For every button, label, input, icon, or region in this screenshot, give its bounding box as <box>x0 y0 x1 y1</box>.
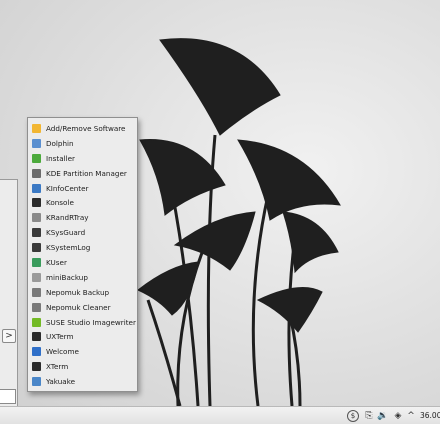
menu-item[interactable]: KSysGuard <box>28 225 137 240</box>
menu-item[interactable]: Konsole <box>28 195 137 210</box>
menu-item-label: KInfoCenter <box>46 183 89 193</box>
globe-icon <box>32 347 41 357</box>
clipboard-icon[interactable]: ⎘ <box>364 410 374 422</box>
menu-item[interactable]: Welcome <box>28 344 137 359</box>
menu-item-label: Add/Remove Software <box>46 123 126 133</box>
nepomuk-icon <box>32 287 41 297</box>
installer-icon <box>32 153 41 163</box>
menu-item[interactable]: Yakuake <box>28 374 137 389</box>
info-icon <box>32 183 41 193</box>
menu-item-label: Nepomuk Backup <box>46 287 110 297</box>
partition-icon <box>32 168 41 178</box>
users-icon <box>32 257 41 267</box>
launcher-search-input[interactable] <box>0 389 16 404</box>
network-icon[interactable]: ◈ <box>392 410 404 422</box>
menu-item-label: Installer <box>46 153 76 163</box>
applications-submenu: Add/Remove Software Dolphin Installer KDE P… <box>27 117 138 392</box>
display-icon <box>32 213 41 223</box>
folder-icon <box>32 138 41 148</box>
menu-item[interactable]: XTerm <box>28 359 137 374</box>
launcher-panel: > <box>0 179 18 407</box>
menu-item[interactable]: KDE Partition Manager <box>28 166 137 181</box>
menu-item-label: SUSE Studio Imagewriter <box>46 317 136 327</box>
menu-item-label: KDE Partition Manager <box>46 168 127 178</box>
taskbar: $ ⎘ 🔉 ◈ ^ 36.00 <box>0 406 440 424</box>
monitor-icon <box>32 228 41 238</box>
dropdown-terminal-icon <box>32 377 41 387</box>
terminal-icon <box>32 332 41 342</box>
menu-item-label: Dolphin <box>46 138 74 148</box>
menu-item-label: XTerm <box>46 362 69 372</box>
volume-icon[interactable]: 🔉 <box>376 410 390 422</box>
backup-icon <box>32 272 41 282</box>
menu-item-label: UXTerm <box>46 332 74 342</box>
menu-item[interactable]: Dolphin <box>28 136 137 151</box>
terminal-icon <box>32 198 41 208</box>
menu-item[interactable]: KSystemLog <box>28 240 137 255</box>
menu-item-label: miniBackup <box>46 272 88 282</box>
menu-item-label: KSystemLog <box>46 243 91 253</box>
menu-item[interactable]: miniBackup <box>28 270 137 285</box>
tray-expand-icon[interactable]: ^ <box>407 410 415 422</box>
menu-item[interactable]: Nepomuk Backup <box>28 285 137 300</box>
suse-icon <box>32 317 41 327</box>
submenu-arrow-button[interactable]: > <box>2 329 16 343</box>
menu-item-label: Yakuake <box>46 377 76 387</box>
menu-item[interactable]: KRandRTray <box>28 210 137 225</box>
nepomuk-icon <box>32 302 41 312</box>
menu-item[interactable]: Nepomuk Cleaner <box>28 300 137 315</box>
menu-item[interactable]: KUser <box>28 255 137 270</box>
menu-item[interactable]: Installer <box>28 151 137 166</box>
terminal-icon <box>32 362 41 372</box>
log-icon <box>32 243 41 253</box>
menu-item-label: Welcome <box>46 347 79 357</box>
package-icon <box>32 123 41 133</box>
updates-icon[interactable]: $ <box>347 410 359 422</box>
menu-item[interactable]: SUSE Studio Imagewriter <box>28 315 137 330</box>
tray-clock[interactable]: 36.00 <box>420 410 440 422</box>
menu-item[interactable]: UXTerm <box>28 329 137 344</box>
menu-item-label: Nepomuk Cleaner <box>46 302 111 312</box>
menu-item-label: Konsole <box>46 198 74 208</box>
menu-item[interactable]: KInfoCenter <box>28 181 137 196</box>
menu-item-label: KRandRTray <box>46 213 89 223</box>
menu-item-label: KUser <box>46 257 67 267</box>
menu-item-label: KSysGuard <box>46 228 86 238</box>
menu-item[interactable]: Add/Remove Software <box>28 121 137 136</box>
